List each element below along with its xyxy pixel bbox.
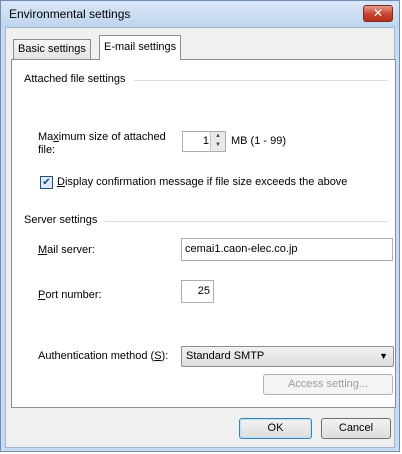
confirm-checkbox[interactable]: ✔: [40, 176, 53, 189]
auth-method-label: Authentication method (S):: [38, 350, 169, 362]
check-icon: ✔: [42, 177, 51, 188]
attached-section-label: Attached file settings: [24, 73, 134, 85]
spinner-arrows[interactable]: ▲ ▼: [210, 132, 225, 151]
mail-server-input[interactable]: cemai1.caon-elec.co.jp: [181, 238, 393, 261]
tab-basic-settings[interactable]: Basic settings: [13, 39, 91, 59]
chevron-down-icon[interactable]: ▼: [379, 351, 388, 361]
title-bar[interactable]: Environmental settings ✕: [1, 1, 399, 27]
dialog-window: Environmental settings ✕ Basic settings …: [0, 0, 400, 452]
spin-down-icon[interactable]: ▼: [211, 141, 225, 150]
max-size-spinner[interactable]: 1 ▲ ▼: [182, 131, 226, 152]
dialog-client: Basic settings E-mail settings Attached …: [5, 27, 396, 448]
email-settings-panel: Attached file settings Maximum size of a…: [11, 59, 396, 408]
spin-up-icon[interactable]: ▲: [211, 132, 225, 141]
auth-method-value: Standard SMTP: [186, 350, 265, 362]
confirm-checkbox-label[interactable]: Display confirmation message if file siz…: [57, 176, 347, 188]
cancel-button[interactable]: Cancel: [321, 418, 391, 439]
size-unit-label: MB (1 - 99): [231, 135, 287, 147]
port-number-label: Port number:: [38, 289, 102, 301]
server-section-label: Server settings: [24, 214, 106, 226]
auth-method-select[interactable]: Standard SMTP ▼: [181, 346, 394, 367]
port-number-input[interactable]: 25: [181, 280, 214, 303]
ok-button[interactable]: OK: [239, 418, 312, 439]
close-button[interactable]: ✕: [363, 5, 393, 22]
max-size-value[interactable]: 1: [203, 135, 209, 147]
window-title: Environmental settings: [9, 7, 131, 21]
close-icon: ✕: [372, 6, 384, 20]
max-size-label: Maximum size of attached file:: [38, 131, 166, 156]
tab-email-settings[interactable]: E-mail settings: [99, 35, 182, 60]
mail-server-label: Mail server:: [38, 244, 95, 256]
access-setting-button[interactable]: Access setting...: [263, 374, 393, 395]
